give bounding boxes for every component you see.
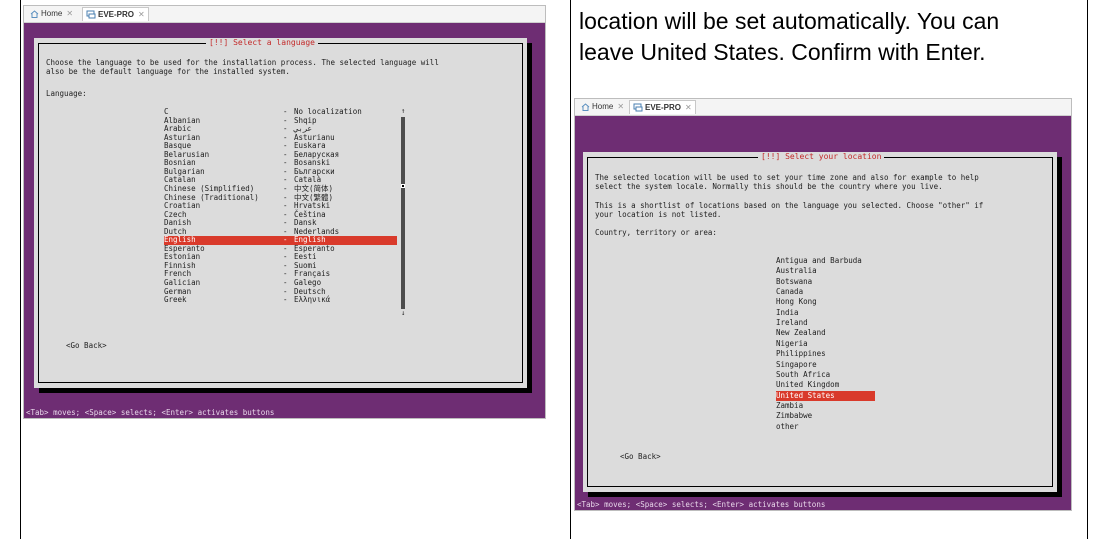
location-dialog: [!!] Select your location The selected l… [583,152,1057,492]
language-option[interactable]: Albanian - Shqip [164,116,397,126]
close-icon[interactable]: ✕ [617,102,624,111]
dialog-title: [!!] Select your location [758,152,885,162]
dialog-description: The selected location will be used to se… [595,173,979,191]
tab-home[interactable]: Home ✕ [27,7,76,21]
scroll-up-arrow[interactable]: ↑ [401,108,405,115]
vm-icon [633,103,643,112]
home-icon [581,103,590,111]
location-option[interactable]: Singapore [776,360,875,370]
dialog-note: This is a shortlist of locations based o… [595,201,983,219]
language-option[interactable]: Belarusian - Беларуская [164,150,397,160]
close-icon[interactable]: ✕ [66,9,73,18]
table-border-middle [570,0,571,539]
location-option[interactable]: Ireland [776,318,875,328]
dialog-description: Choose the language to be used for the i… [46,58,439,76]
close-icon[interactable]: ✕ [685,103,692,112]
language-option[interactable]: Czech - Čeština [164,210,397,220]
language-option[interactable]: Bulgarian - Български [164,167,397,177]
table-border-left [20,0,21,539]
installer-terminal: [!!] Select a language Choose the langua… [24,23,545,418]
list-label: Language: [46,89,87,98]
tab-home-label: Home [41,9,63,18]
separator: - [283,295,288,305]
language-name: Greek [164,295,187,305]
location-option[interactable]: Zambia [776,401,875,411]
language-native-name: Ελληνικά [294,295,331,305]
location-option[interactable]: South Africa [776,370,875,380]
screenshot-location-selection: Home ✕ EVE-PRO ✕ [!!] Select your location… [574,98,1072,511]
location-option[interactable]: other [776,422,875,432]
language-option[interactable]: Croatian - Hrvatski [164,202,397,211]
language-dialog: [!!] Select a language Choose the langua… [34,38,527,388]
location-option[interactable]: New Zealand [776,328,875,338]
description-line: your location is not listed. [595,209,722,219]
language-option[interactable]: German - Deutsch [164,287,397,297]
browser-tab-bar: Home ✕ EVE-PRO ✕ [575,99,1071,116]
tab-eve-pro-label: EVE-PRO [98,10,135,19]
close-icon[interactable]: ✕ [138,10,145,19]
home-icon [30,10,39,18]
tab-home-label: Home [592,102,614,111]
vm-icon [86,10,96,19]
list-label: Country, territory or area: [595,228,717,237]
browser-tab-bar: Home ✕ EVE-PRO ✕ [24,6,545,23]
tab-eve-pro[interactable]: EVE-PRO ✕ [82,7,149,21]
tab-eve-pro[interactable]: EVE-PRO ✕ [629,100,696,114]
language-option[interactable]: Estonian - Eesti [164,253,397,262]
scroll-down-arrow[interactable]: ↓ [401,310,405,317]
tab-home[interactable]: Home ✕ [578,100,627,114]
status-bar: <Tab> moves; <Space> selects; <Enter> ac… [24,407,545,418]
location-option[interactable]: India [776,308,875,318]
description-line: select the system locale. Normally this … [595,181,943,191]
scroll-thumb[interactable] [401,184,405,188]
language-option[interactable]: Greek - Ελληνικά [164,296,397,305]
screenshot-language-selection: Home ✕ EVE-PRO ✕ [!!] Select a language Ch… [23,5,546,419]
description-line: also be the default language for the ins… [46,66,290,76]
language-option[interactable]: Finnish - Suomi [164,261,397,271]
language-option[interactable]: Dutch - Nederlands [164,227,397,237]
language-option[interactable]: Galician - Galego [164,278,397,288]
location-option[interactable]: Canada [776,287,875,297]
location-option[interactable]: Australia [776,266,875,276]
language-option[interactable]: Danish - Dansk [164,219,397,228]
location-option[interactable]: United States [776,390,875,401]
location-option[interactable]: Philippines [776,349,875,359]
scrollbar[interactable] [401,117,405,309]
table-border-right [1087,0,1088,539]
dialog-title: [!!] Select a language [206,38,318,48]
location-option[interactable]: Hong Kong [776,297,875,307]
instruction-text: location will be set automatically. You … [579,6,1079,68]
go-back-button[interactable]: <Go Back> [66,341,107,350]
instruction-line-1: location will be set automatically. You … [579,8,1000,34]
location-option[interactable]: Zimbabwe [776,411,875,421]
language-option[interactable]: Asturian - Asturianu [164,133,397,143]
location-option[interactable]: Botswana [776,277,875,287]
location-option[interactable]: United Kingdom [776,380,875,390]
instruction-line-2: leave United States. Confirm with Enter. [579,39,986,65]
tab-eve-pro-label: EVE-PRO [645,103,682,112]
status-bar: <Tab> moves; <Space> selects; <Enter> ac… [575,499,1071,510]
location-option[interactable]: Antigua and Barbuda [776,256,875,266]
installer-terminal: [!!] Select your location The selected l… [575,116,1071,510]
location-option[interactable]: Nigeria [776,339,875,349]
go-back-button[interactable]: <Go Back> [620,452,661,461]
